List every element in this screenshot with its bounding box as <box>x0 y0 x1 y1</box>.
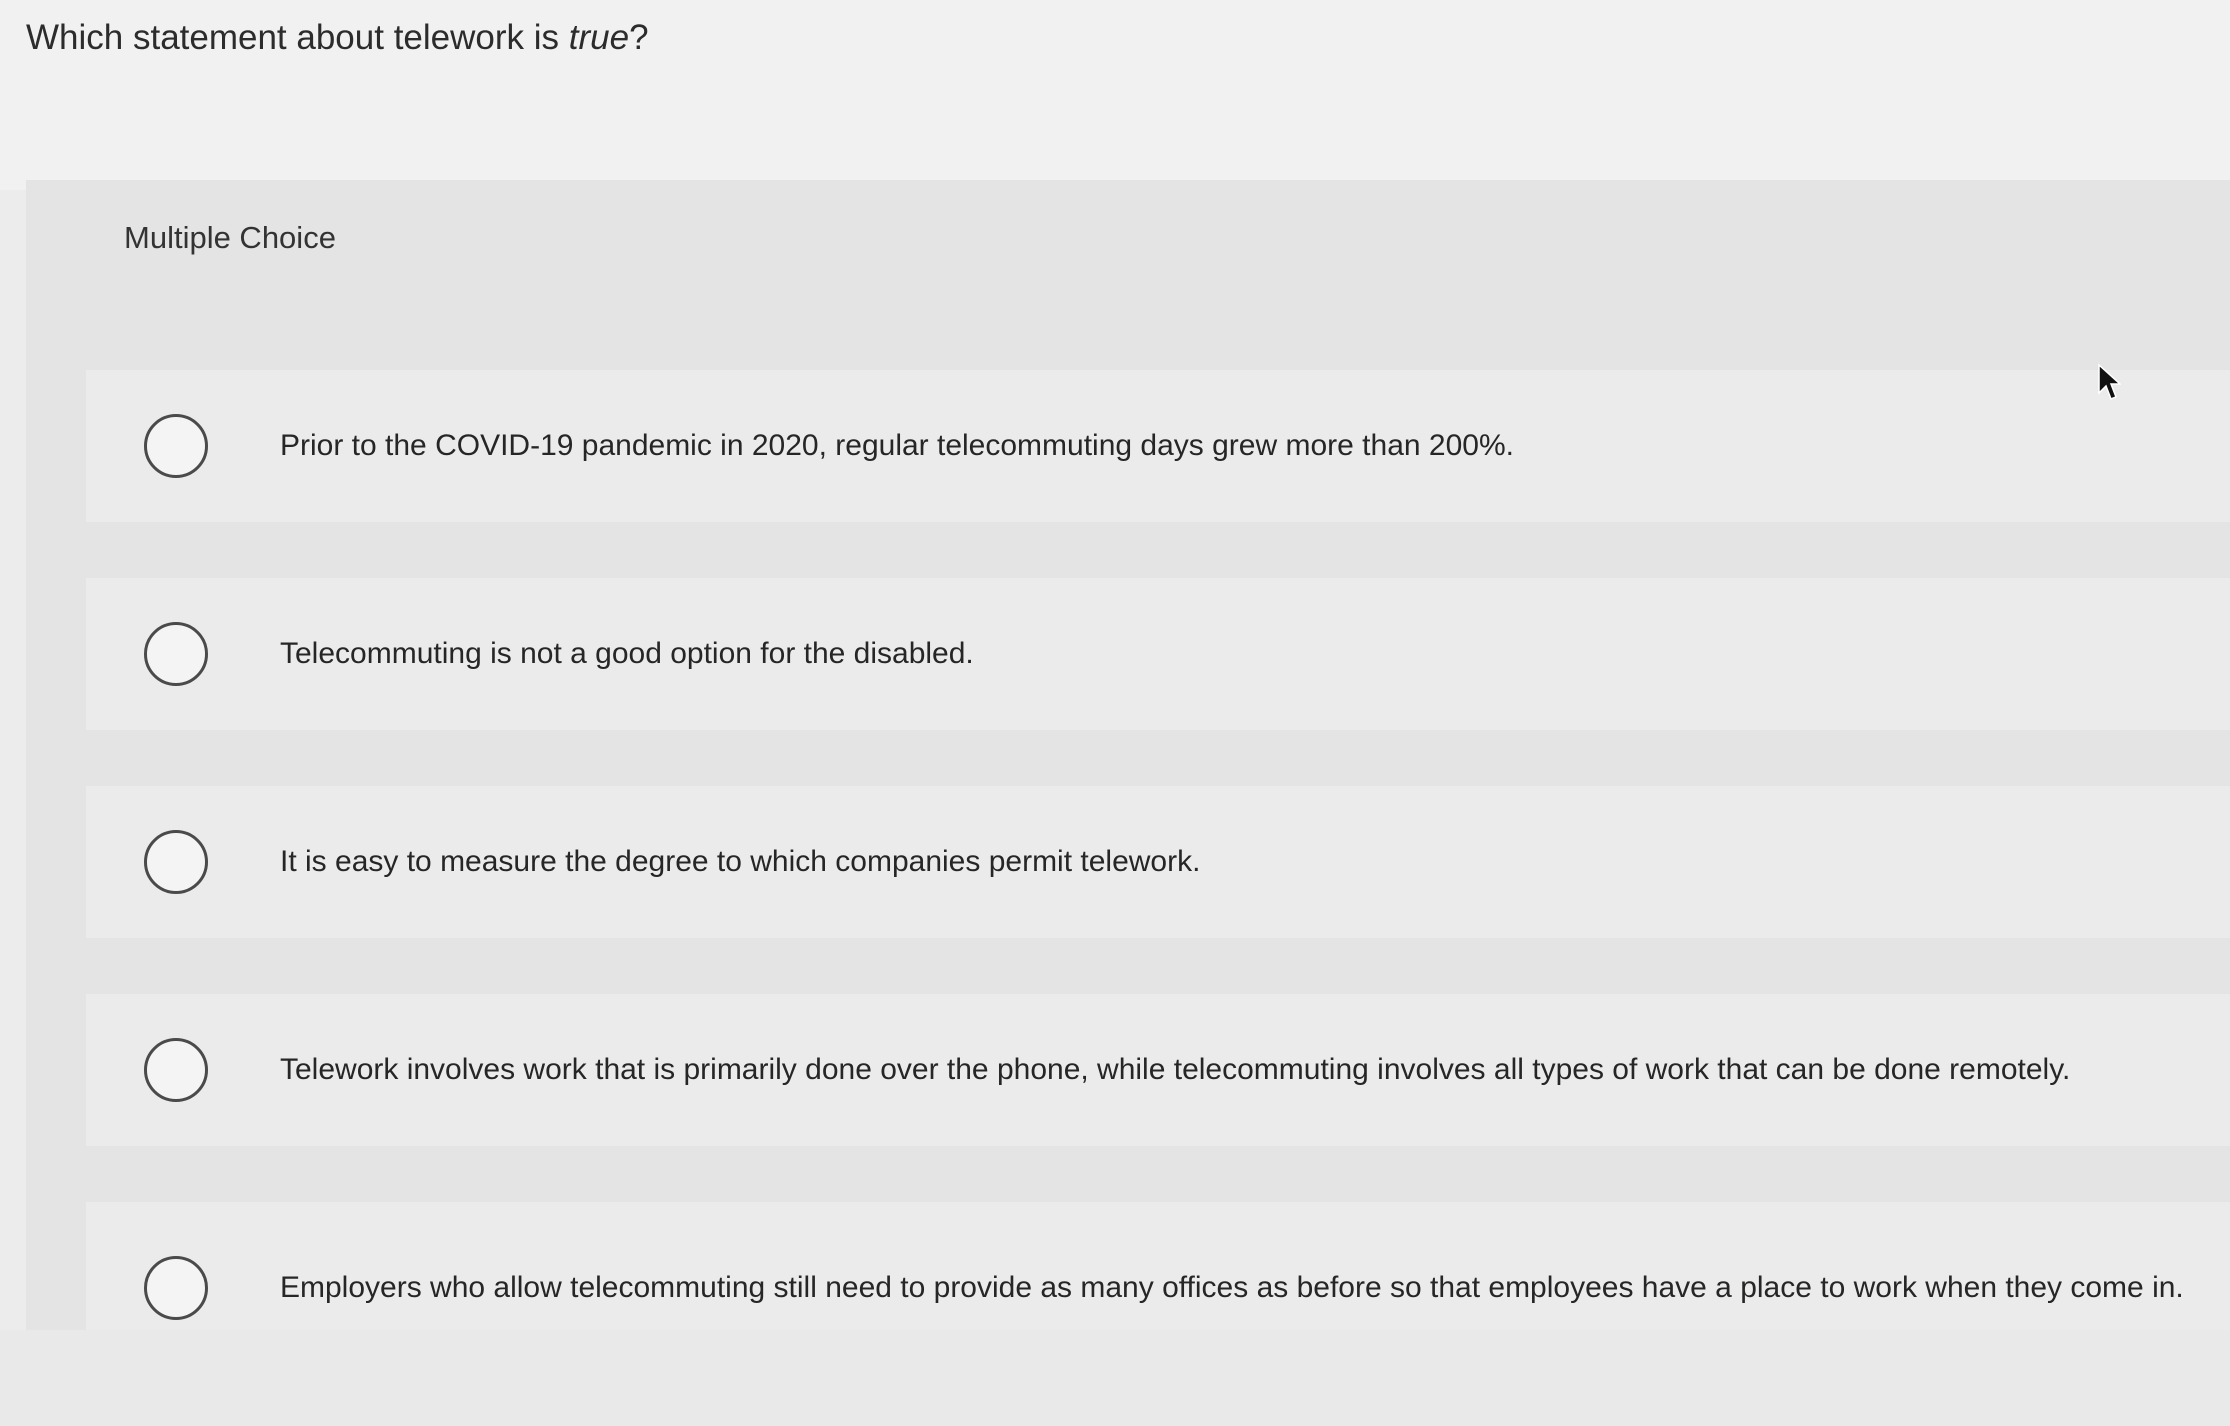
answer-option-text: Employers who allow telecommuting still … <box>280 1271 2184 1304</box>
answer-option-2[interactable]: Telecommuting is not a good option for t… <box>86 578 2230 730</box>
question-header: Which statement about telework is true? <box>0 0 2230 190</box>
question-emphasis: true <box>568 18 630 57</box>
question-prompt: Which statement about telework is true? <box>26 18 649 57</box>
page-footer-area <box>0 1330 2230 1426</box>
answer-option-text: It is easy to measure the degree to whic… <box>280 845 1201 878</box>
radio-button-icon[interactable] <box>144 414 208 478</box>
answer-option-text: Telecommuting is not a good option for t… <box>280 637 974 670</box>
answer-option-3[interactable]: It is easy to measure the degree to whic… <box>86 786 2230 938</box>
mouse-pointer-icon <box>2098 363 2121 400</box>
radio-button-icon[interactable] <box>144 622 208 686</box>
answer-option-4[interactable]: Telework involves work that is primarily… <box>86 994 2230 1146</box>
answer-option-text: Telework involves work that is primarily… <box>280 1053 2071 1086</box>
answer-option-1[interactable]: Prior to the COVID-19 pandemic in 2020, … <box>86 370 2230 522</box>
radio-button-icon[interactable] <box>144 1256 208 1320</box>
multiple-choice-label: Multiple Choice <box>124 220 336 255</box>
radio-button-icon[interactable] <box>144 1038 208 1102</box>
answer-option-text: Prior to the COVID-19 pandemic in 2020, … <box>280 429 1514 462</box>
radio-button-icon[interactable] <box>144 830 208 894</box>
answer-options: Prior to the COVID-19 pandemic in 2020, … <box>86 370 2230 1426</box>
